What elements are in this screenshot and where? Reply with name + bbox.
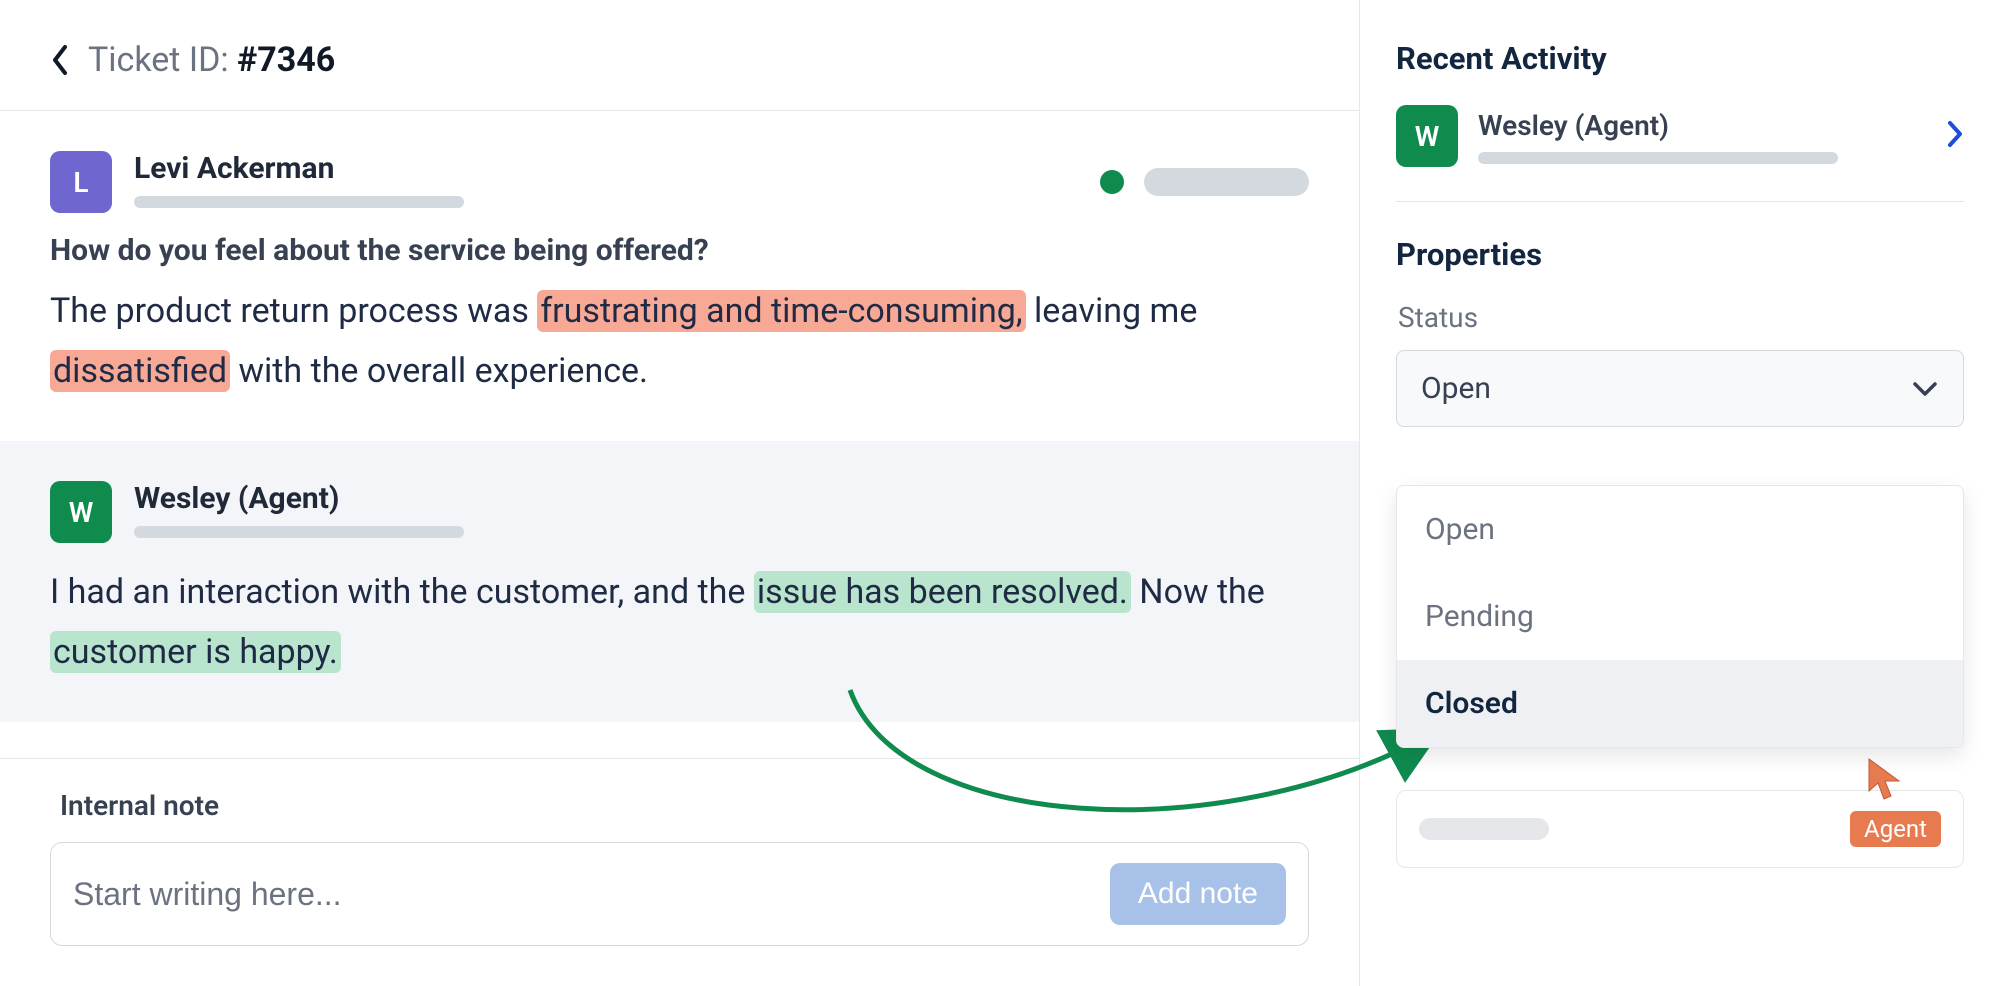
chevron-right-icon [1946,119,1964,153]
ticket-id-value: #7346 [237,40,335,80]
negative-highlight: frustrating and time-consuming, [537,290,1025,332]
positive-highlight: issue has been resolved. [754,571,1131,613]
agent-meta-skeleton [134,526,464,538]
activity-item[interactable]: W Wesley (Agent) [1396,105,1964,202]
body-text-fragment: I had an interaction with the customer, … [50,572,754,612]
activity-meta-skeleton [1478,152,1838,164]
body-text-fragment: The product return process was [50,291,537,331]
body-text-fragment: leaving me [1026,291,1198,331]
customer-sender-block: Levi Ackerman [134,151,464,208]
customer-message-header: L Levi Ackerman [50,151,1309,213]
internal-note-box: Add note [50,842,1309,946]
ticket-id-prefix: Ticket ID: [88,40,237,80]
status-select[interactable]: Open [1396,350,1964,427]
body-text-fragment: Now the [1131,572,1265,612]
internal-note-label: Internal note [60,789,1309,822]
activity-avatar: W [1396,105,1458,167]
agent-field[interactable]: Agent [1396,790,1964,868]
customer-message-body: The product return process was frustrati… [50,282,1309,401]
add-note-button[interactable]: Add note [1110,863,1286,925]
customer-message: L Levi Ackerman How do you feel about th… [0,111,1359,441]
status-option-closed[interactable]: Closed [1397,660,1963,747]
message-list: L Levi Ackerman How do you feel about th… [0,111,1359,758]
agent-badge: Agent [1850,811,1941,847]
agent-message-body: I had an interaction with the customer, … [50,563,1309,682]
presence-indicator [1100,168,1309,196]
internal-note-input[interactable] [73,876,1090,913]
presence-dot-icon [1100,170,1124,194]
status-label: Status [1398,301,1964,334]
customer-meta-skeleton [134,196,464,208]
sidebar-panel: Recent Activity W Wesley (Agent) Propert… [1360,0,2000,986]
presence-label-skeleton [1144,168,1309,196]
chevron-down-icon [1911,371,1939,406]
agent-name: Wesley (Agent) [134,481,464,516]
customer-name: Levi Ackerman [134,151,464,186]
ticket-id-label: Ticket ID: #7346 [88,40,335,80]
agent-avatar: W [50,481,112,543]
internal-note-section: Internal note Add note [0,758,1359,986]
status-option-pending[interactable]: Pending [1397,573,1963,660]
body-text-fragment: with the overall experience. [230,351,648,391]
app-frame: Ticket ID: #7346 L Levi Ackerman How [0,0,2000,986]
customer-avatar: L [50,151,112,213]
agent-message-header: W Wesley (Agent) [50,481,1309,543]
activity-text-block: Wesley (Agent) [1478,109,1838,164]
survey-question: How do you feel about the service being … [50,233,1309,268]
activity-name: Wesley (Agent) [1478,109,1838,142]
negative-highlight: dissatisfied [50,350,230,392]
main-panel: Ticket ID: #7346 L Levi Ackerman How [0,0,1360,986]
agent-message: W Wesley (Agent) I had an interaction wi… [0,441,1359,722]
agent-field-skeleton [1419,818,1549,840]
status-select-value: Open [1421,371,1491,406]
status-dropdown: Open Pending Closed [1396,485,1964,748]
positive-highlight: customer is happy. [50,631,341,673]
properties-heading: Properties [1396,236,1964,273]
back-chevron-icon[interactable] [50,43,70,77]
status-option-open[interactable]: Open [1397,486,1963,573]
ticket-header: Ticket ID: #7346 [0,0,1359,111]
agent-sender-block: Wesley (Agent) [134,481,464,538]
properties-section: Properties Status Open [1396,202,1964,427]
recent-activity-heading: Recent Activity [1396,40,1964,77]
